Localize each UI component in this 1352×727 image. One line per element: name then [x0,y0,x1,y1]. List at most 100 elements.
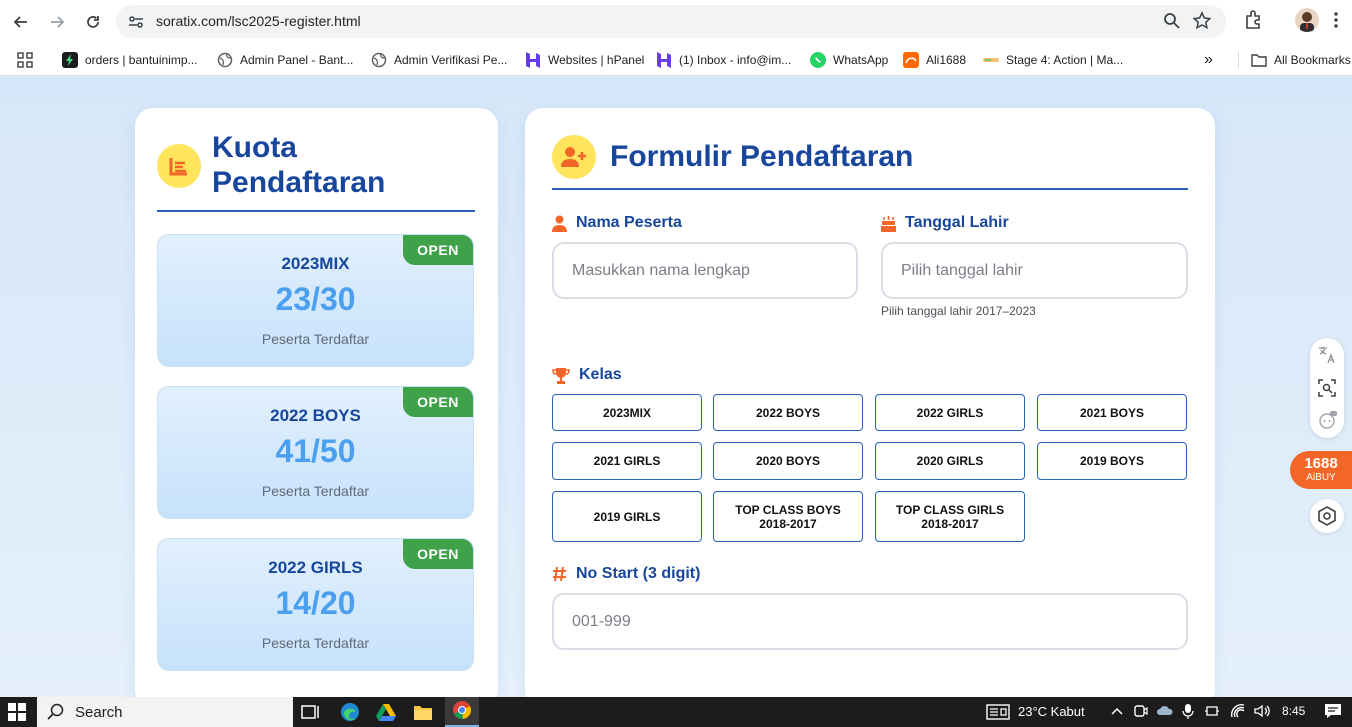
kelas-option[interactable]: TOP CLASS BOYS 2018-2017 [713,491,863,542]
aibuy-text: AiBUY [1306,472,1336,483]
kelas-option[interactable]: 2022 BOYS [713,394,863,431]
folder-icon [1251,52,1267,68]
bookmark-item[interactable]: Stage 4: Action | Ma... [983,50,1123,70]
site-settings-icon[interactable] [126,12,146,32]
ali1688-icon [903,52,919,68]
quota-label: Peserta Terdaftar [261,331,370,347]
bookmark-item[interactable]: Admin Panel - Bant... [217,50,353,70]
kelas-option[interactable]: 2020 BOYS [713,442,863,480]
bookmarks-divider [1238,52,1239,68]
menu-icon[interactable] [1333,11,1339,33]
hostinger-icon [656,52,672,68]
aibuy-extension-button[interactable]: 1688 AiBUY [1290,451,1352,489]
list-chart-icon [157,144,201,188]
search-label: Search [75,703,123,721]
kelas-option[interactable]: 2021 GIRLS [552,442,702,480]
form-divider [552,188,1188,190]
bookmark-item[interactable]: Ali1688 [903,50,966,70]
kelas-option[interactable]: 2023MIX [552,394,702,431]
dob-input[interactable] [881,242,1188,299]
address-bar[interactable]: soratix.com/lsc2025-register.html [116,5,1226,38]
bookmarks-bar: orders | bantuinimp... Admin Panel - Ban… [0,43,1352,76]
clock-time[interactable]: 8:45 [1282,704,1305,718]
quota-label: Peserta Terdaftar [261,635,370,651]
microphone-icon[interactable] [1182,703,1194,723]
kelas-label: Kelas [552,366,622,384]
bookmark-item[interactable]: (1) Inbox - info@im... [656,50,791,70]
ai-assistant-icon[interactable] [1315,408,1339,432]
bookmarks-overflow-button[interactable]: » [1204,50,1213,70]
google-drive-icon[interactable] [374,700,398,724]
url-text[interactable]: soratix.com/lsc2025-register.html [156,13,361,29]
whatsapp-icon [810,52,826,68]
edge-icon[interactable] [338,700,362,724]
forward-icon[interactable] [43,8,71,36]
profile-avatar[interactable] [1295,8,1319,32]
quota-count: 41/50 [275,433,356,469]
extension-toolbar [1310,338,1344,438]
kelas-option[interactable]: 2019 BOYS [1037,442,1187,480]
quota-item: OPEN 2022 BOYS 41/50 Peserta Terdaftar [157,386,474,519]
task-view-icon[interactable] [299,700,323,724]
back-icon[interactable] [7,8,35,36]
chevron-up-icon[interactable] [1110,703,1124,722]
reload-icon[interactable] [79,8,107,36]
search-icon [47,703,65,721]
kelas-option[interactable]: 2020 GIRLS [875,442,1025,480]
apps-icon[interactable] [17,50,33,70]
cloud-sync-icon[interactable] [1156,703,1174,723]
extensions-icon[interactable] [1243,8,1265,34]
hashtag-icon [552,566,567,582]
globe-icon [217,52,233,68]
meet-icon[interactable] [1134,703,1148,723]
hostinger-icon [525,52,541,68]
trophy-icon [552,367,570,384]
registration-form: Formulir Pendaftaran Nama Peserta Tangga… [525,108,1215,697]
zoom-icon[interactable] [1162,11,1182,35]
extension-settings-icon[interactable] [1310,499,1344,533]
image-search-icon[interactable] [1315,376,1339,400]
wifi-icon[interactable] [1230,703,1248,723]
page-content: Kuota Pendaftaran OPEN 2023MIX 23/30 Pes… [0,77,1352,697]
bookmark-star-icon[interactable] [1192,11,1212,35]
taskbar-search[interactable]: Search [37,697,293,727]
browser-toolbar: soratix.com/lsc2025-register.html [0,0,1352,43]
notification-icon[interactable] [1324,703,1342,723]
quota-item: OPEN 2022 GIRLS 14/20 Peserta Terdaftar [157,538,474,671]
taskbar: Search 23°C Kabut 8:45 [0,697,1352,727]
quota-count: 23/30 [275,281,356,317]
windows-start-icon[interactable] [5,700,29,724]
quota-panel: Kuota Pendaftaran OPEN 2023MIX 23/30 Pes… [135,108,498,697]
aibuy-number: 1688 [1304,455,1338,472]
weather-icon[interactable] [986,703,1010,725]
kelas-option[interactable]: 2022 GIRLS [875,394,1025,431]
quota-class-name: 2022 BOYS [270,406,361,425]
bookmark-item[interactable]: WhatsApp [810,50,888,70]
kelas-option[interactable]: 2021 BOYS [1037,394,1187,431]
battery-plug-icon[interactable] [1204,703,1220,723]
bookmark-item[interactable]: Admin Verifikasi Pe... [371,50,507,70]
quota-class-name: 2023MIX [281,254,350,273]
quota-divider [157,210,475,212]
chrome-taskbar-button[interactable] [445,697,479,727]
quota-item: OPEN 2023MIX 23/30 Peserta Terdaftar [157,234,474,367]
name-label: Nama Peserta [552,214,682,232]
quota-title: Kuota Pendaftaran [212,131,386,199]
volume-icon[interactable] [1253,703,1271,723]
nostart-input[interactable] [552,593,1188,650]
bookmark-item[interactable]: Websites | hPanel [525,50,644,70]
translate-icon[interactable] [1315,343,1339,367]
nostart-label: No Start (3 digit) [552,565,700,583]
weather-text[interactable]: 23°C Kabut [1018,704,1085,719]
cake-icon [881,215,896,232]
bolt-icon [62,52,78,68]
bookmark-item[interactable]: orders | bantuinimp... [62,50,198,70]
kelas-option[interactable]: 2019 GIRLS [552,491,702,542]
dob-hint: Pilih tanggal lahir 2017–2023 [881,304,1036,318]
name-input[interactable] [552,242,858,299]
kelas-option[interactable]: TOP CLASS GIRLS 2018-2017 [875,491,1025,542]
all-bookmarks-button[interactable]: All Bookmarks [1251,50,1351,70]
form-title: Formulir Pendaftaran [610,140,914,173]
add-user-icon [552,135,596,179]
file-explorer-icon[interactable] [411,700,435,724]
